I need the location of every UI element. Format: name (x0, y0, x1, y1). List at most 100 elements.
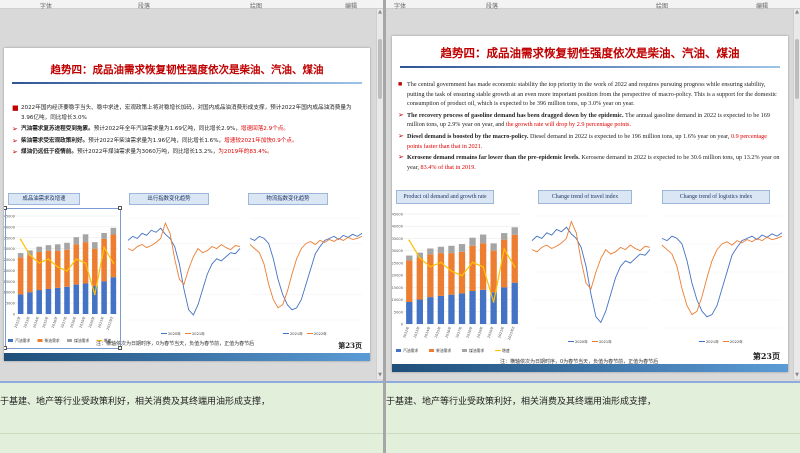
growth-point (429, 265, 432, 268)
bullet-text: The central government has made economic… (407, 81, 777, 108)
growth-point (418, 257, 421, 259)
ribbon-group-paragraph[interactable]: 段落 (138, 1, 150, 10)
right-document-pane[interactable]: 字体 段落 绘图 编辑 趋势四：成品油需求恢复韧性强度依次是柴油、汽油、煤油 ■… (386, 0, 800, 453)
bullet-highlight: 增速较2021年加快0.9个点。 (224, 137, 298, 144)
ribbon-group-editing[interactable]: 编辑 (345, 1, 357, 10)
bullet-item[interactable]: ■ The central government has made economi… (398, 80, 782, 109)
bullet-item[interactable]: ➢ Diesel demand is boosted by the macro-p… (398, 132, 782, 151)
y-tick-label: 25000 (392, 261, 404, 265)
bullet-lead: 柴油需求受宏观政策利好。 (21, 137, 89, 144)
footer-band (4, 353, 370, 361)
bullet-list[interactable]: ■ 2022年国内经济要稳字当头、稳中求进，宏观政策上将对稳增长加码，对国内成品油… (12, 104, 362, 160)
bar-diesel (416, 258, 423, 300)
vertical-scrollbar-left[interactable]: ▲ ▼ (376, 9, 383, 379)
bullet-list[interactable]: ■ The central government has made economi… (398, 80, 782, 174)
scroll-thumb[interactable] (378, 39, 382, 99)
ribbon-group-editing[interactable]: 编辑 (756, 1, 768, 10)
legend-label: 汽油需求 (403, 348, 418, 353)
bullet-item[interactable]: ➢ 煤油仍远低于疫情前。预计2022年煤油需求量为3060万吨，同比增长13.2%… (12, 148, 362, 158)
growth-point (513, 265, 516, 268)
tab-logistics-index[interactable]: 物流指数变化趋势 (248, 193, 328, 205)
bar-diesel (448, 253, 455, 295)
bullet-text: 预计2022年柴油需求量为1.96亿吨，同比增长1.6%， (88, 137, 225, 144)
bar-diesel (490, 250, 497, 293)
title-divider (12, 82, 362, 84)
resize-handle[interactable] (118, 206, 122, 210)
legend-label: 增速 (502, 348, 510, 353)
bar-gasoline (501, 287, 508, 324)
chart-background (526, 208, 654, 348)
resize-handle[interactable] (118, 346, 122, 350)
growth-point (450, 270, 453, 273)
y-tick-label: 40000 (392, 225, 404, 229)
y-tick-label: 5000 (394, 310, 404, 314)
scroll-up-icon[interactable]: ▲ (794, 9, 800, 16)
bar-diesel (427, 254, 434, 298)
left-slide[interactable]: 趋势四：成品油需求恢复韧性强度依次是柴油、汽油、煤油 ■ 2022年国内经济要稳字… (4, 48, 370, 361)
right-slide[interactable]: 趋势四：成品油需求恢复韧性强度依次是柴油、汽油、煤油 ■ The central … (392, 36, 788, 372)
title-divider (400, 66, 780, 68)
notes-text[interactable]: 于基建、地产等行业受政策利好，相关消费及其终端用油形成支撑， (0, 394, 270, 407)
ribbon-group-paragraph[interactable]: 段落 (486, 1, 498, 10)
ribbon-group-drawing[interactable]: 绘图 (656, 1, 668, 10)
chart-selection-frame[interactable] (5, 208, 121, 349)
resize-handle[interactable] (4, 206, 7, 210)
legend-label: 2021年 (192, 331, 205, 336)
legend-label: 2021年 (599, 339, 612, 344)
growth-point (440, 261, 442, 264)
bullet-highlight: 为2019年的83.4%。 (218, 149, 273, 156)
arrow-bullet-icon: ➢ (12, 125, 18, 134)
legend-label: 2021年 (290, 331, 303, 336)
ribbon-bar-right: 字体 段落 绘图 编辑 (386, 0, 800, 10)
left-document-pane[interactable]: 字体 段落 绘图 编辑 趋势四：成品油需求恢复韧性强度依次是柴油、汽油、煤油 ■… (0, 0, 383, 453)
notes-pane-right[interactable]: 于基建、地产等行业受政策利好，相关消费及其终端用油形成支撑， (386, 383, 800, 453)
bullet-item[interactable]: ➢ 汽油需求复苏进程受到拖累。预计2022年全年汽油需求量为1.69亿吨，同比增长… (12, 125, 362, 135)
ribbon-bar-left: 字体 段落 绘图 编辑 (0, 0, 383, 10)
tab-demand-growth[interactable]: Product oil demand and growth rate (396, 190, 494, 204)
bar-gasoline (437, 295, 445, 324)
footer-band (392, 364, 788, 372)
bar-kerosene (511, 227, 518, 235)
bar-gasoline (490, 292, 497, 324)
bar-diesel (437, 253, 445, 296)
chart-background (244, 210, 366, 340)
bullet-highlight: 83.4% of that in 2019. (420, 163, 476, 171)
resize-handle[interactable] (4, 346, 7, 350)
bar-gasoline (416, 299, 423, 324)
legend-label: 2021年 (706, 339, 719, 344)
tab-demand-growth[interactable]: 成品油需求及增速 (8, 193, 80, 205)
demand-bar-chart: 0500010000150002000025000300003500040000… (392, 206, 524, 358)
slide-title: 趋势四：成品油需求恢复韧性强度依次是柴油、汽油、煤油 (440, 46, 740, 60)
vertical-scrollbar-right[interactable]: ▲ ▼ (793, 9, 800, 379)
travel-index-line-chart: 2020年 2021年 (526, 208, 654, 348)
tab-logistics-index[interactable]: Change trend of logistics index (662, 190, 770, 204)
bullet-item[interactable]: ➢ 柴油需求受宏观政策利好。预计2022年柴油需求量为1.96亿吨，同比增长1.6… (12, 137, 362, 147)
scroll-down-icon[interactable]: ▼ (794, 372, 800, 379)
bar-gasoline (458, 293, 466, 324)
bullet-text: Diesel demand in 2022 is expected to be … (528, 132, 731, 140)
bullet-highlight: the growth rate will drop by 2.9 percent… (505, 121, 631, 129)
ribbon-group-font[interactable]: 字体 (394, 1, 406, 10)
bar-diesel (511, 234, 518, 283)
tab-travel-index[interactable]: 出行指数变化趋势 (129, 193, 209, 205)
bullet-lead: 煤油仍远低于疫情前。 (21, 149, 77, 156)
y-tick-label: 10000 (392, 298, 404, 302)
growth-point (461, 274, 463, 277)
tab-travel-index[interactable]: Change trend of travel index (538, 190, 632, 204)
ribbon-group-drawing[interactable]: 绘图 (250, 1, 262, 10)
notes-text[interactable]: 于基建、地产等行业受政策利好，相关消费及其终端用油形成支撑， (386, 394, 656, 407)
chart-background (122, 210, 244, 340)
scroll-thumb[interactable] (795, 39, 799, 99)
ribbon-group-font[interactable]: 字体 (40, 1, 52, 10)
notes-pane-left[interactable]: 于基建、地产等行业受政策利好，相关消费及其终端用油形成支撑， (0, 383, 383, 453)
growth-point (492, 301, 495, 303)
bar-kerosene (427, 248, 434, 255)
growth-point (471, 261, 474, 264)
arrow-bullet-icon: ➢ (398, 153, 404, 162)
bullet-item[interactable]: ➢ Kerosene demand remains far lower than … (398, 153, 782, 172)
bullet-item[interactable]: ➢ The recovery process of gasoline demand… (398, 111, 782, 130)
square-bullet-icon: ■ (398, 80, 403, 88)
bar-kerosene (479, 234, 487, 244)
bullet-item[interactable]: ■ 2022年国内经济要稳字当头、稳中求进，宏观政策上将对稳增长加码，对国内成品油… (12, 104, 362, 123)
bar-kerosene (490, 243, 497, 251)
